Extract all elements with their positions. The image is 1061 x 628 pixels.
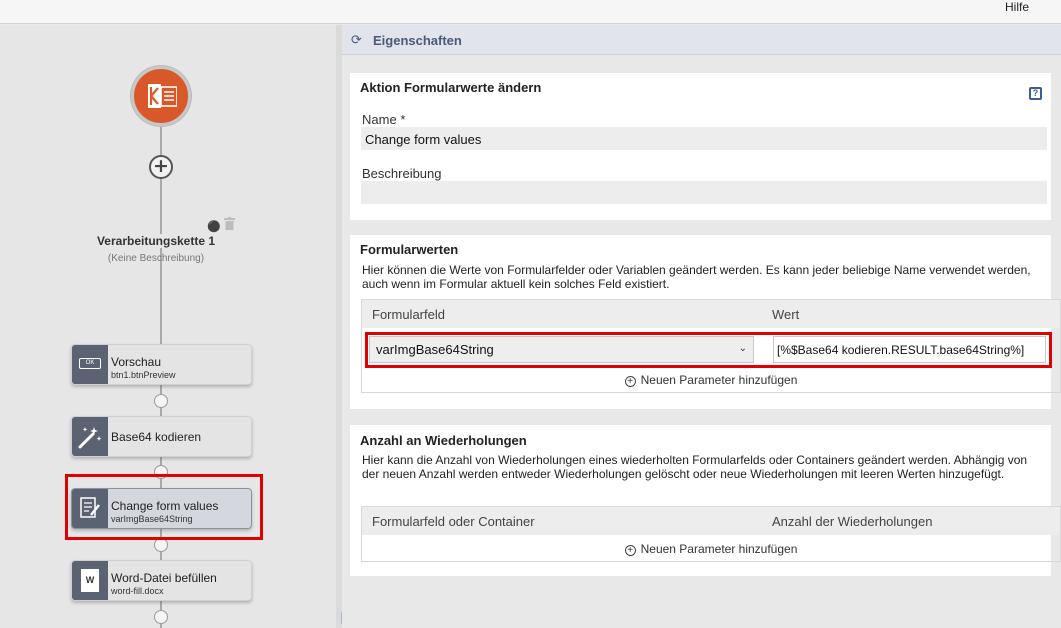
chain-description: (Keine Beschreibung) <box>107 253 205 264</box>
form-values-card: Formularwerten Hier können die Werte von… <box>350 235 1061 409</box>
form-values-heading: Formularwerten <box>360 242 459 257</box>
repeats-card: Anzahl an Wiederholungen Hier kann die A… <box>350 425 1061 576</box>
action-card: Aktion Formularwerte ändern ? Name * Cha… <box>350 73 1051 220</box>
value-input[interactable]: [%$Base64 kodieren.RESULT.base64String%] <box>773 336 1046 363</box>
node-connector[interactable] <box>154 538 168 552</box>
highlight-box-node <box>65 474 263 540</box>
column-header: Anzahl der Wiederholungen <box>762 507 1060 535</box>
add-parameter-button[interactable]: + Neuen Parameter hinzufügen <box>362 369 1060 391</box>
node-subtitle: btn1.btnPreview <box>111 370 176 380</box>
action-heading: Aktion Formularwerte ändern <box>360 80 542 95</box>
flow-node-base64[interactable]: Base64 kodieren <box>71 416 252 457</box>
chain-title: Verarbeitungskette 1 <box>0 234 312 248</box>
magic-wand-icon <box>72 417 108 456</box>
name-input[interactable]: Change form values <box>361 127 1047 150</box>
repeats-description: Hier kann die Anzahl von Wiederholungen … <box>362 453 1028 481</box>
top-menu-bar: Hilfe <box>0 0 1061 24</box>
add-parameter-button[interactable]: + Neuen Parameter hinzufügen <box>362 538 1060 560</box>
node-title: Word-Datei befüllen <box>111 571 217 585</box>
add-chain-button[interactable]: + <box>149 155 173 179</box>
hierarchy-icon[interactable]: ⚫ <box>207 221 221 233</box>
formfield-select[interactable]: varImgBase64String ⌄ <box>369 336 754 363</box>
node-title: Base64 kodieren <box>111 430 202 444</box>
repeats-heading: Anzahl an Wiederholungen <box>360 433 527 448</box>
flow-node-preview[interactable]: OK Vorschau btn1.btnPreview <box>71 344 252 385</box>
properties-panel: ⟳ Eigenschaften Aktion Formularwerte änd… <box>342 25 1061 628</box>
flow-node-word-fill[interactable]: W Word-Datei befüllen word-fill.docx <box>71 560 252 601</box>
form-values-description: Hier können die Werte von Formularfelder… <box>362 263 1031 291</box>
node-connector[interactable] <box>154 394 168 408</box>
trash-icon[interactable] <box>224 217 236 233</box>
name-label: Name * <box>362 112 406 127</box>
node-subtitle: word-fill.docx <box>111 586 164 596</box>
column-header: Formularfeld <box>362 300 762 328</box>
plus-circle-icon: + <box>624 545 636 556</box>
column-header: Formularfeld oder Container <box>362 507 762 535</box>
plus-circle-icon: + <box>624 376 636 387</box>
refresh-icon[interactable]: ⟳ <box>351 32 362 48</box>
button-icon: OK <box>72 345 108 384</box>
node-title: Vorschau <box>111 355 162 369</box>
help-menu[interactable]: Hilfe <box>1005 0 1029 14</box>
chevron-down-icon: ⌄ <box>738 343 747 354</box>
node-connector[interactable] <box>154 610 168 624</box>
panel-header: ⟳ Eigenschaften <box>342 25 1061 55</box>
panel-title: Eigenschaften <box>373 33 462 48</box>
help-icon[interactable]: ? <box>1029 87 1042 100</box>
description-label: Beschreibung <box>362 166 442 181</box>
form-app-icon <box>148 84 177 108</box>
repeats-table: Formularfeld oder Container Anzahl der W… <box>361 506 1061 562</box>
form-start-node[interactable] <box>131 66 191 126</box>
chain-tools: ⚫ <box>207 217 236 233</box>
column-header: Wert <box>762 300 1060 328</box>
description-input[interactable] <box>361 181 1047 204</box>
word-document-icon: W <box>72 561 108 600</box>
